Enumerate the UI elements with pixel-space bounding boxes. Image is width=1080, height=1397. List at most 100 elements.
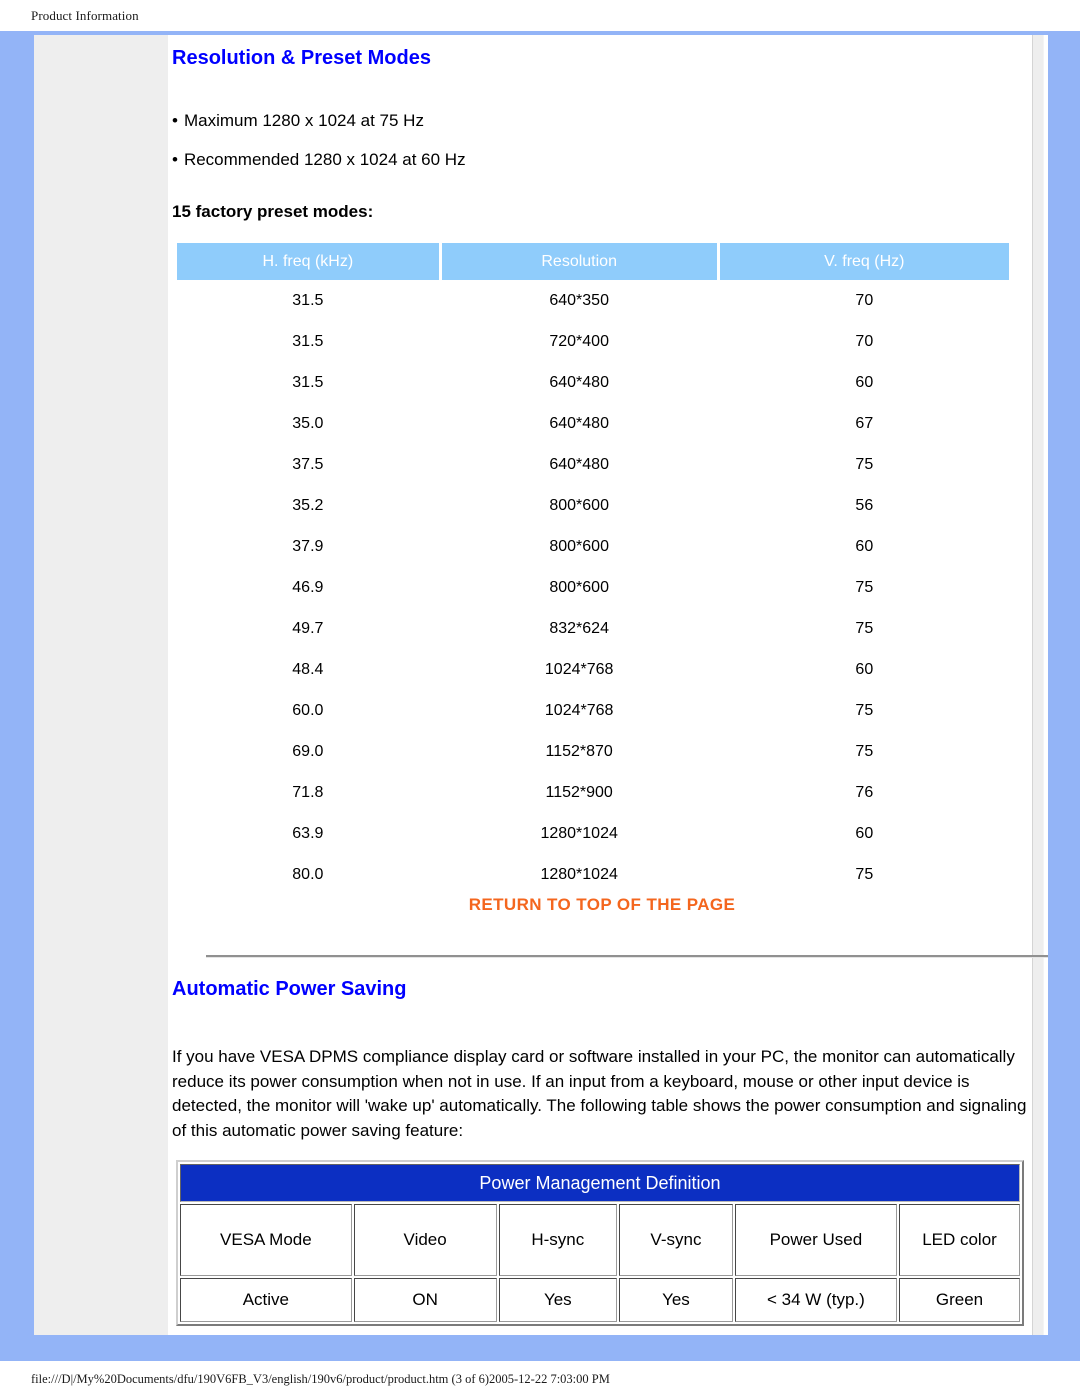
list-item-label: Recommended 1280 x 1024 at 60 Hz <box>183 150 466 169</box>
cell-hfreq: 48.4 <box>177 649 439 690</box>
table-title-row: Power Management Definition <box>180 1164 1020 1202</box>
cell-video: ON <box>353 1278 497 1322</box>
cell-hfreq: 31.5 <box>177 362 439 403</box>
cell-resolution: 1024*768 <box>441 649 717 690</box>
cell-hfreq: 37.9 <box>177 526 439 567</box>
table-row: 60.0 1024*768 75 <box>177 690 1009 731</box>
cell-resolution: 640*350 <box>441 280 717 321</box>
power-management-table-title: Power Management Definition <box>180 1164 1020 1202</box>
page-title-resolution: Resolution & Preset Modes <box>172 47 431 69</box>
cell-resolution: 640*480 <box>441 444 717 485</box>
preset-modes-label: 15 factory preset modes: <box>172 202 374 221</box>
cell-vfreq: 60 <box>719 649 1009 690</box>
page-body: Resolution & Preset Modes • Maximum 1280 … <box>34 35 1048 1335</box>
cell-hfreq: 80.0 <box>177 854 439 895</box>
cell-vfreq: 76 <box>719 772 1009 813</box>
cell-led-color: Green <box>899 1278 1020 1322</box>
table-row: 35.0 640*480 67 <box>177 403 1009 444</box>
cell-resolution: 1280*1024 <box>441 813 717 854</box>
list-item-label: Maximum 1280 x 1024 at 75 Hz <box>183 111 424 130</box>
cell-h-sync: Yes <box>498 1278 618 1322</box>
table-row: 31.5 640*480 60 <box>177 362 1009 403</box>
main-content: Resolution & Preset Modes • Maximum 1280 … <box>172 35 1048 1335</box>
page-frame: Resolution & Preset Modes • Maximum 1280 … <box>0 31 1080 1361</box>
cell-vfreq: 70 <box>719 280 1009 321</box>
column-header-video: Video <box>353 1204 497 1276</box>
cell-vfreq: 60 <box>719 813 1009 854</box>
column-header-v-sync: V-sync <box>619 1204 733 1276</box>
cell-resolution: 1152*900 <box>441 772 717 813</box>
table-row: 31.5 720*400 70 <box>177 321 1009 362</box>
column-header-vfreq: V. freq (Hz) <box>719 243 1009 280</box>
bullet-dot-icon: • <box>172 111 178 130</box>
cell-resolution: 640*480 <box>441 362 717 403</box>
table-row: 37.9 800*600 60 <box>177 526 1009 567</box>
section-divider <box>206 955 1048 958</box>
cell-vfreq: 75 <box>719 608 1009 649</box>
cell-resolution: 720*400 <box>441 321 717 362</box>
cell-vfreq: 56 <box>719 485 1009 526</box>
preset-modes-table: H. freq (kHz) Resolution V. freq (Hz) 31… <box>174 243 1012 895</box>
cell-hfreq: 60.0 <box>177 690 439 731</box>
cell-hfreq: 31.5 <box>177 321 439 362</box>
table-row: 35.2 800*600 56 <box>177 485 1009 526</box>
cell-vfreq: 60 <box>719 362 1009 403</box>
cell-vfreq: 67 <box>719 403 1009 444</box>
table-row: Active ON Yes Yes < 34 W (typ.) Green <box>180 1278 1020 1322</box>
return-to-top-link[interactable]: RETURN TO TOP OF THE PAGE <box>172 895 1032 915</box>
cell-resolution: 832*624 <box>441 608 717 649</box>
cell-resolution: 800*600 <box>441 485 717 526</box>
table-row: 69.0 1152*870 75 <box>177 731 1009 772</box>
table-row: 63.9 1280*1024 60 <box>177 813 1009 854</box>
cell-resolution: 1280*1024 <box>441 854 717 895</box>
cell-vfreq: 75 <box>719 567 1009 608</box>
column-header-resolution: Resolution <box>441 243 717 280</box>
column-header-h-sync: H-sync <box>498 1204 618 1276</box>
cell-power-used: < 34 W (typ.) <box>734 1278 898 1322</box>
print-header-title: Product Information <box>31 7 139 23</box>
cell-hfreq: 63.9 <box>177 813 439 854</box>
column-header-led-color: LED color <box>899 1204 1020 1276</box>
table-row: 37.5 640*480 75 <box>177 444 1009 485</box>
cell-resolution: 800*600 <box>441 567 717 608</box>
cell-hfreq: 35.2 <box>177 485 439 526</box>
power-saving-paragraph: If you have VESA DPMS compliance display… <box>172 1047 1027 1140</box>
cell-hfreq: 46.9 <box>177 567 439 608</box>
column-header-power-used: Power Used <box>734 1204 898 1276</box>
column-header-hfreq: H. freq (kHz) <box>177 243 439 280</box>
power-management-table-body: Power Management Definition VESA Mode Vi… <box>180 1164 1020 1322</box>
cell-vfreq: 75 <box>719 731 1009 772</box>
table-row: 31.5 640*350 70 <box>177 280 1009 321</box>
cell-vfreq: 75 <box>719 444 1009 485</box>
cell-hfreq: 31.5 <box>177 280 439 321</box>
print-footer-path: file:///D|/My%20Documents/dfu/190V6FB_V3… <box>31 1371 610 1386</box>
table-row: 71.8 1152*900 76 <box>177 772 1009 813</box>
cell-hfreq: 35.0 <box>177 403 439 444</box>
cell-resolution: 1152*870 <box>441 731 717 772</box>
page-title-power-saving: Automatic Power Saving <box>172 978 407 1000</box>
table-row: 46.9 800*600 75 <box>177 567 1009 608</box>
bullet-dot-icon: • <box>172 150 178 169</box>
table-header-row: H. freq (kHz) Resolution V. freq (Hz) <box>177 243 1009 280</box>
cell-resolution: 800*600 <box>441 526 717 567</box>
table-header-row: VESA Mode Video H-sync V-sync Power Used… <box>180 1204 1020 1276</box>
list-item: • Recommended 1280 x 1024 at 60 Hz <box>172 151 1032 168</box>
print-footer: file:///D|/My%20Documents/dfu/190V6FB_V3… <box>0 1361 1080 1397</box>
resolution-bullet-list: • Maximum 1280 x 1024 at 75 Hz • Recommend… <box>172 112 1032 190</box>
print-header: Product Information <box>0 0 1080 31</box>
table-row: 49.7 832*624 75 <box>177 608 1009 649</box>
cell-vfreq: 75 <box>719 690 1009 731</box>
left-nav-column <box>34 35 168 1335</box>
table-row: 80.0 1280*1024 75 <box>177 854 1009 895</box>
cell-v-sync: Yes <box>619 1278 733 1322</box>
preset-modes-table-head: H. freq (kHz) Resolution V. freq (Hz) <box>177 243 1009 280</box>
cell-hfreq: 69.0 <box>177 731 439 772</box>
cell-hfreq: 37.5 <box>177 444 439 485</box>
cell-resolution: 1024*768 <box>441 690 717 731</box>
column-header-vesa-mode: VESA Mode <box>180 1204 352 1276</box>
power-management-table: Power Management Definition VESA Mode Vi… <box>176 1160 1024 1326</box>
cell-vfreq: 75 <box>719 854 1009 895</box>
cell-hfreq: 49.7 <box>177 608 439 649</box>
cell-vesa-mode: Active <box>180 1278 352 1322</box>
cell-hfreq: 71.8 <box>177 772 439 813</box>
